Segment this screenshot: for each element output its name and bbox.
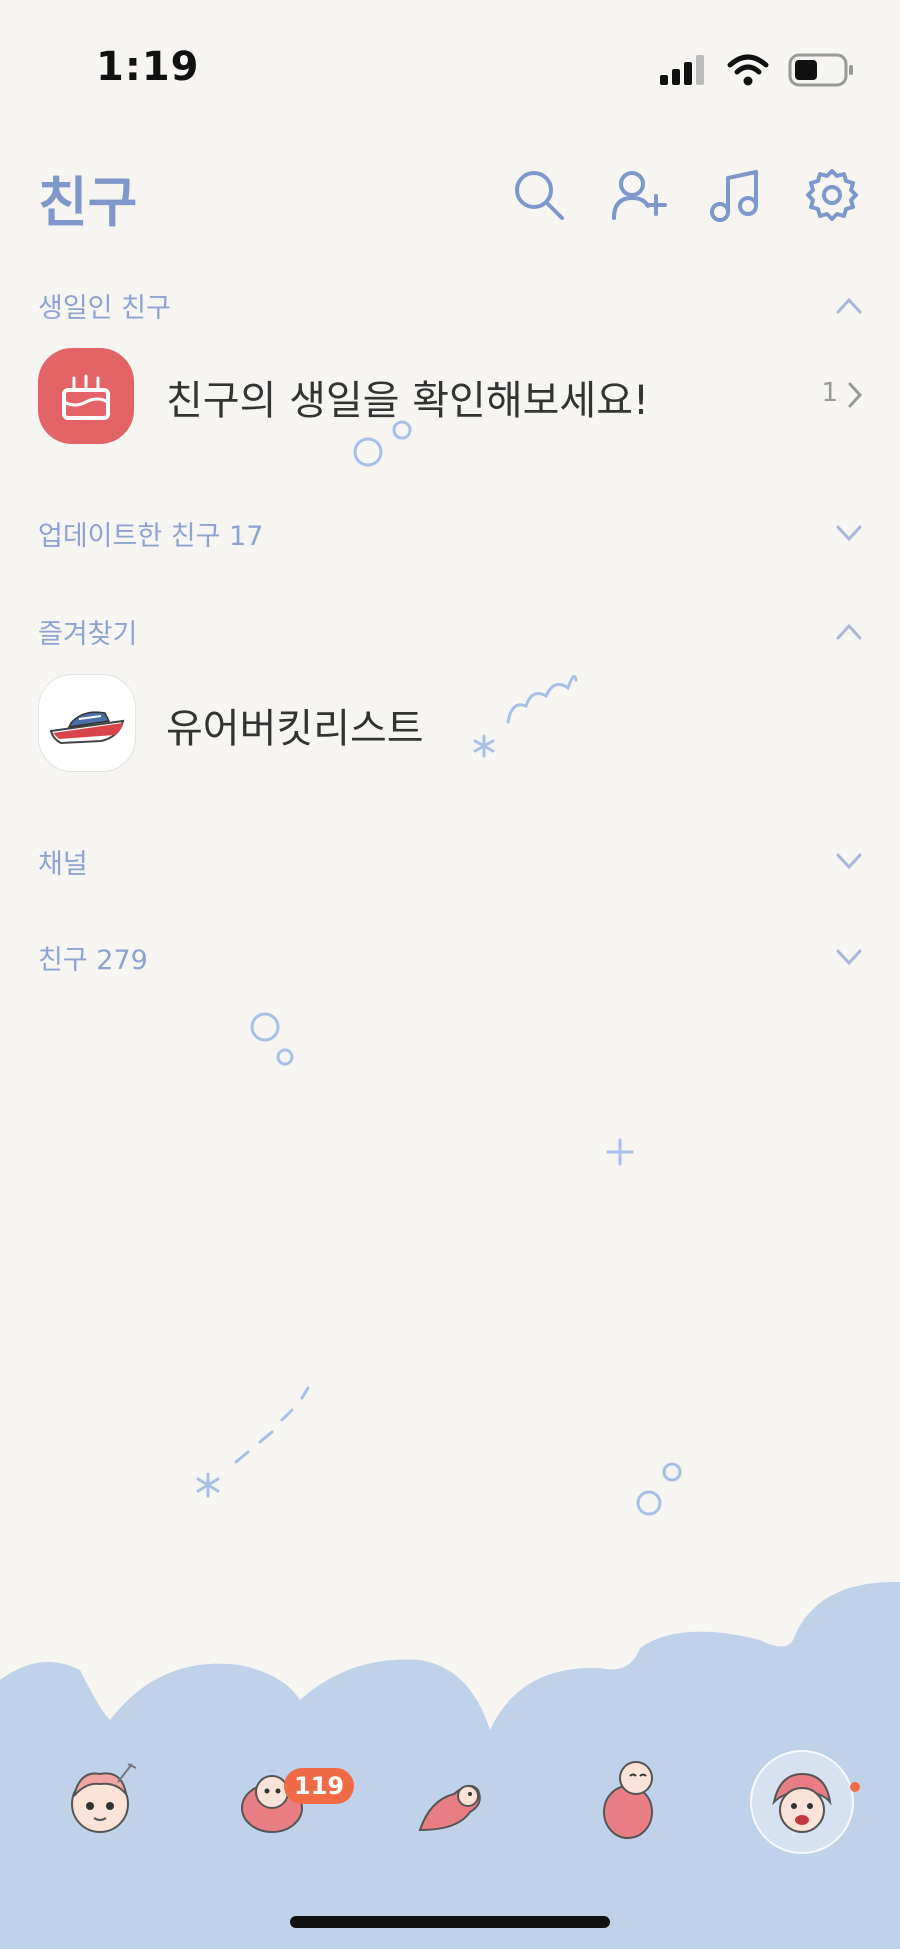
background-doodles bbox=[196, 420, 682, 1516]
section-label-channels: 채널 bbox=[38, 849, 88, 880]
chevron-right-icon bbox=[848, 382, 863, 408]
birthday-row[interactable]: 친구의 생일을 확인해보세요! 1 bbox=[0, 344, 900, 448]
boat-profile-icon bbox=[38, 674, 136, 772]
settings-gear-icon[interactable] bbox=[803, 166, 861, 224]
status-time: 1:19 bbox=[96, 44, 200, 90]
new-indicator-dot bbox=[850, 1782, 860, 1792]
tab-friends-icon[interactable] bbox=[60, 1760, 140, 1840]
tab-shopping-icon[interactable] bbox=[588, 1754, 668, 1844]
tab-more-bubble[interactable] bbox=[750, 1750, 854, 1854]
chevron-down-icon bbox=[836, 525, 862, 542]
section-channels[interactable]: 채널 bbox=[0, 828, 900, 888]
favorite-item[interactable]: 유어버킷리스트 bbox=[0, 672, 900, 776]
add-friend-icon[interactable] bbox=[610, 166, 668, 224]
cellular-signal-icon bbox=[660, 55, 704, 85]
section-updated-friends[interactable]: 업데이트한 친구 17 bbox=[0, 500, 900, 560]
birthday-row-text: 친구의 생일을 확인해보세요! bbox=[166, 378, 650, 424]
section-friends[interactable]: 친구 279 bbox=[0, 924, 900, 984]
chevron-up-icon[interactable] bbox=[834, 294, 864, 316]
status-icons bbox=[658, 52, 854, 88]
birthday-cake-icon bbox=[38, 348, 134, 444]
battery-icon bbox=[788, 53, 853, 87]
chevron-down-icon bbox=[836, 853, 862, 870]
tab-view-icon[interactable] bbox=[410, 1760, 490, 1840]
tab-more-icon bbox=[772, 1772, 832, 1833]
search-icon[interactable] bbox=[510, 166, 568, 224]
section-label-updated: 업데이트한 친구 17 bbox=[38, 521, 264, 552]
section-label-favorites: 즐겨찾기 bbox=[38, 619, 138, 650]
music-icon[interactable] bbox=[706, 166, 764, 224]
tab-bar: 119 bbox=[0, 1740, 900, 1860]
section-label-birthday: 생일인 친구 bbox=[38, 293, 171, 324]
chevron-up-icon[interactable] bbox=[834, 620, 864, 642]
section-label-friends: 친구 279 bbox=[38, 945, 148, 976]
chats-unread-badge: 119 bbox=[284, 1768, 355, 1804]
favorite-item-name: 유어버킷리스트 bbox=[166, 706, 424, 752]
birthday-count: 1 bbox=[821, 378, 838, 408]
page-title: 친구 bbox=[38, 171, 138, 234]
wifi-icon bbox=[727, 54, 769, 86]
home-indicator[interactable] bbox=[290, 1916, 610, 1928]
chevron-down-icon bbox=[836, 949, 862, 966]
